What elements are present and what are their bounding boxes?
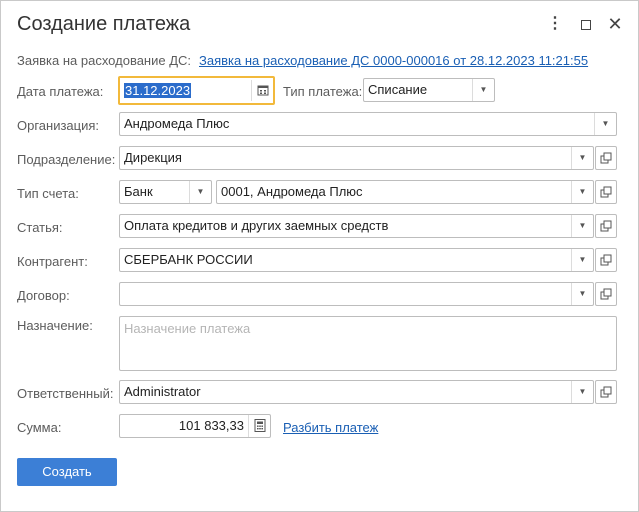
title-bar: Создание платежа ⋮ ✕	[1, 1, 638, 47]
account-type-select[interactable]: Банк ▼	[119, 180, 212, 204]
chevron-down-icon[interactable]: ▼	[189, 181, 211, 203]
calculator-icon[interactable]	[248, 415, 270, 437]
purpose-label: Назначение:	[17, 318, 93, 333]
chevron-down-icon[interactable]: ▼	[472, 79, 494, 101]
chevron-down-icon[interactable]: ▼	[571, 147, 593, 169]
department-select[interactable]: Дирекция ▼	[119, 146, 594, 170]
organization-value: Андромеда Плюс	[124, 116, 230, 131]
open-responsible-button[interactable]	[595, 380, 617, 404]
request-label: Заявка на расходование ДС:	[17, 53, 192, 68]
payment-date-value: 31.12.2023	[124, 83, 192, 98]
create-payment-dialog: Создание платежа ⋮ ✕ Заявка на расходова…	[0, 0, 639, 512]
payment-date-label: Дата платежа:	[17, 84, 104, 99]
dialog-title: Создание платежа	[17, 13, 191, 35]
department-value: Дирекция	[124, 150, 182, 165]
open-icon	[600, 186, 612, 198]
contract-select[interactable]: ▼	[119, 282, 594, 306]
bank-account-value: 0001, Андромеда Плюс	[221, 184, 363, 199]
chevron-down-icon[interactable]: ▼	[571, 381, 593, 403]
create-button[interactable]: Создать	[17, 458, 117, 486]
open-icon	[600, 288, 612, 300]
payment-type-value: Списание	[368, 82, 428, 97]
open-icon	[600, 386, 612, 398]
payment-date-field[interactable]: 31.12.2023	[118, 76, 275, 105]
open-counterparty-button[interactable]	[595, 248, 617, 272]
organization-label: Организация:	[17, 118, 100, 133]
purpose-placeholder: Назначение платежа	[124, 321, 251, 336]
open-icon	[600, 254, 612, 266]
calendar-icon[interactable]	[251, 80, 273, 101]
payment-type-label: Тип платежа:	[283, 84, 363, 99]
amount-field[interactable]: 101 833,33	[119, 414, 271, 438]
amount-value: 101 833,33	[178, 418, 244, 433]
account-type-label: Тип счета:	[17, 186, 79, 201]
open-article-button[interactable]	[595, 214, 617, 238]
counterparty-label: Контрагент:	[17, 254, 88, 269]
split-payment-link[interactable]: Разбить платеж	[283, 420, 378, 435]
purpose-textarea[interactable]: Назначение платежа	[119, 316, 617, 371]
article-label: Статья:	[17, 220, 63, 235]
more-vertical-icon[interactable]: ⋮	[544, 13, 566, 35]
amount-label: Сумма:	[17, 420, 62, 435]
organization-select[interactable]: Андромеда Плюс ▼	[119, 112, 617, 136]
chevron-down-icon[interactable]: ▼	[571, 215, 593, 237]
maximize-icon[interactable]	[575, 13, 597, 35]
open-icon	[600, 152, 612, 164]
open-contract-button[interactable]	[595, 282, 617, 306]
payment-type-select[interactable]: Списание ▼	[363, 78, 495, 102]
open-department-button[interactable]	[595, 146, 617, 170]
chevron-down-icon[interactable]: ▼	[571, 249, 593, 271]
close-icon[interactable]: ✕	[604, 13, 626, 35]
bank-account-select[interactable]: 0001, Андромеда Плюс ▼	[216, 180, 594, 204]
contract-label: Договор:	[17, 288, 70, 303]
chevron-down-icon[interactable]: ▼	[594, 113, 616, 135]
counterparty-select[interactable]: СБЕРБАНК РОССИИ ▼	[119, 248, 594, 272]
account-type-value: Банк	[124, 184, 153, 199]
open-bank-account-button[interactable]	[595, 180, 617, 204]
responsible-value: Administrator	[124, 384, 201, 399]
chevron-down-icon[interactable]: ▼	[571, 181, 593, 203]
department-label: Подразделение:	[17, 152, 116, 167]
article-select[interactable]: Оплата кредитов и других заемных средств…	[119, 214, 594, 238]
article-value: Оплата кредитов и других заемных средств	[124, 218, 389, 233]
request-link[interactable]: Заявка на расходование ДС 0000-000016 от…	[199, 53, 588, 68]
open-icon	[600, 220, 612, 232]
responsible-select[interactable]: Administrator ▼	[119, 380, 594, 404]
chevron-down-icon[interactable]: ▼	[571, 283, 593, 305]
responsible-label: Ответственный:	[17, 386, 114, 401]
counterparty-value: СБЕРБАНК РОССИИ	[124, 252, 253, 267]
